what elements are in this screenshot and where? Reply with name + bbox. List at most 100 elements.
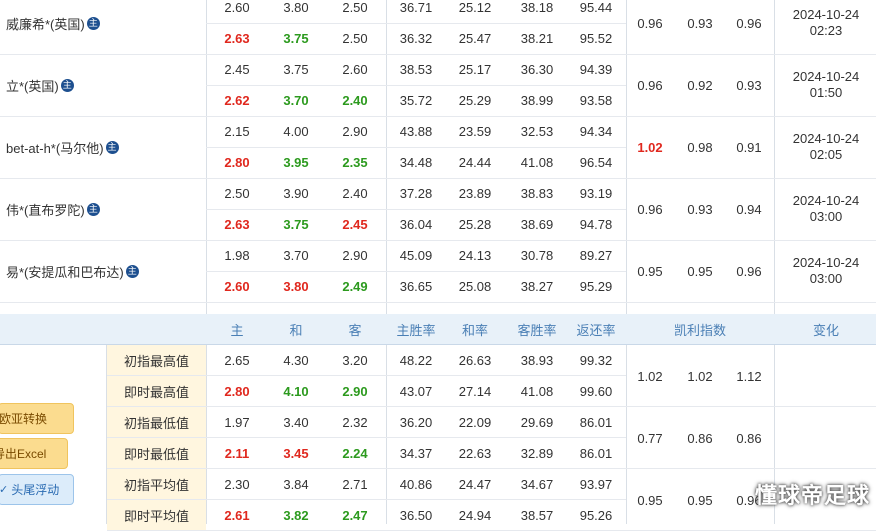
- kelly-value: 0.96: [736, 15, 762, 31]
- company-name[interactable]: bet-at-h*(马尔他) 主: [6, 116, 202, 178]
- stats-value: 29.69: [520, 415, 554, 430]
- stats-value: 2.80: [224, 384, 250, 399]
- live-odds-value: 2.50: [342, 31, 368, 46]
- init-odds-value: 36.71: [399, 0, 433, 15]
- init-odds-value: 2.90: [342, 124, 368, 139]
- stats-value: 3.45: [283, 446, 309, 461]
- live-odds-value: 2.62: [224, 93, 250, 108]
- init-odds-value: 2.15: [224, 124, 250, 139]
- stats-value: 99.32: [579, 353, 613, 368]
- init-odds-value: 25.12: [458, 0, 492, 15]
- live-odds-value: 93.58: [579, 93, 613, 108]
- live-odds-value: 38.21: [520, 31, 554, 46]
- home-badge-icon: 主: [125, 264, 139, 278]
- init-odds-value: 38.18: [520, 0, 554, 15]
- company-name[interactable]: 伟*(直布罗陀) 主: [6, 178, 202, 240]
- kelly-value: 0.92: [687, 77, 713, 93]
- company-name-text[interactable]: 易*(安提瓜和巴布达): [6, 262, 124, 281]
- init-odds-value: 2.60: [224, 0, 250, 15]
- convert-button[interactable]: 欧亚转换: [0, 403, 74, 434]
- company-name-text[interactable]: 伟*(直布罗陀): [6, 200, 85, 219]
- live-odds-value: 36.32: [399, 31, 433, 46]
- init-odds-value: 38.53: [399, 62, 433, 77]
- update-date: 2024-10-24: [792, 68, 860, 84]
- float-toggle-label: 头尾浮动: [11, 483, 60, 497]
- live-odds-value: 2.80: [224, 155, 250, 170]
- stats-value: 2.65: [224, 353, 250, 368]
- company-name[interactable]: 立*(英国) 主: [6, 54, 202, 116]
- live-odds-value: 25.08: [458, 279, 492, 294]
- stats-label: 初指平均值: [123, 477, 189, 493]
- live-odds-value: 2.45: [342, 217, 368, 232]
- stats-kelly-value: 0.95: [687, 492, 713, 508]
- stats-label: 即时最低值: [123, 446, 189, 462]
- kelly-value: 1.02: [637, 139, 663, 155]
- update-time: 03:00: [809, 208, 843, 224]
- home-badge-icon: 主: [86, 202, 100, 216]
- live-odds-value: 2.60: [224, 279, 250, 294]
- company-name-text[interactable]: 威廉希*(英国): [6, 14, 85, 33]
- header-7: 凯利指数: [673, 322, 726, 338]
- stats-value: 95.26: [579, 508, 613, 523]
- init-odds-value: 2.40: [342, 186, 368, 201]
- init-odds-value: 24.13: [458, 248, 492, 263]
- stats-value: 4.30: [283, 353, 309, 368]
- live-odds-value: 34.48: [399, 155, 433, 170]
- kelly-value: 0.93: [687, 15, 713, 31]
- stats-value: 27.14: [458, 384, 492, 399]
- init-odds-value: 3.70: [283, 248, 309, 263]
- kelly-value: 0.93: [687, 201, 713, 217]
- init-odds-value: 32.53: [520, 124, 554, 139]
- company-name-text[interactable]: bet-at-h*(马尔他): [6, 138, 104, 157]
- init-odds-value: 45.09: [399, 248, 433, 263]
- header-2: 客: [348, 322, 362, 338]
- float-toggle-button[interactable]: ✓ 头尾浮动: [0, 474, 74, 505]
- company-name-text[interactable]: 立*(英国): [6, 76, 59, 95]
- stats-kelly-value: 0.86: [736, 430, 762, 446]
- check-icon: ✓: [0, 484, 9, 496]
- kelly-value: 0.95: [687, 263, 713, 279]
- init-odds-value: 4.00: [283, 124, 309, 139]
- kelly-value: 0.96: [637, 201, 663, 217]
- live-odds-value: 24.44: [458, 155, 492, 170]
- init-odds-value: 23.89: [458, 186, 492, 201]
- stats-value: 38.93: [520, 353, 554, 368]
- home-badge-icon: 主: [60, 78, 74, 92]
- kelly-value: 0.94: [736, 201, 762, 217]
- stats-value: 2.30: [224, 477, 250, 492]
- stats-value: 38.57: [520, 508, 554, 523]
- live-odds-value: 2.63: [224, 31, 250, 46]
- stats-value: 2.24: [342, 446, 368, 461]
- init-odds-value: 94.39: [579, 62, 613, 77]
- update-date: 2024-10-24: [792, 130, 860, 146]
- stats-value: 36.20: [399, 415, 433, 430]
- stats-kelly-value: 0.77: [637, 430, 663, 446]
- live-odds-value: 2.63: [224, 217, 250, 232]
- live-odds-value: 41.08: [520, 155, 554, 170]
- export-excel-button[interactable]: 导出Excel: [0, 438, 68, 469]
- live-odds-value: 25.29: [458, 93, 492, 108]
- update-date: 2024-10-24: [792, 6, 860, 22]
- header-8: 变化: [812, 322, 839, 338]
- stats-value: 3.40: [283, 415, 309, 430]
- company-name[interactable]: 威廉希*(英国) 主: [6, 0, 202, 54]
- row-inner-divider: [206, 23, 626, 24]
- stats-value: 34.37: [399, 446, 433, 461]
- watermark-logo: 懂球帝足球: [754, 483, 870, 508]
- live-odds-value: 25.28: [458, 217, 492, 232]
- stats-value: 4.10: [283, 384, 309, 399]
- company-name[interactable]: 易*(安提瓜和巴布达) 主: [6, 240, 202, 302]
- row-inner-divider: [206, 85, 626, 86]
- init-odds-value: 2.90: [342, 248, 368, 263]
- kelly-value: 0.96: [637, 77, 663, 93]
- header-3: 主胜率: [396, 322, 436, 338]
- stats-value: 2.47: [342, 508, 368, 523]
- init-odds-value: 94.34: [579, 124, 613, 139]
- stats-kelly-value: 0.95: [637, 492, 663, 508]
- live-odds-value: 3.75: [283, 31, 309, 46]
- stats-value: 26.63: [458, 353, 492, 368]
- init-odds-value: 36.30: [520, 62, 554, 77]
- stats-kelly-value: 1.02: [637, 368, 663, 384]
- stats-value: 22.63: [458, 446, 492, 461]
- live-odds-value: 95.52: [579, 31, 613, 46]
